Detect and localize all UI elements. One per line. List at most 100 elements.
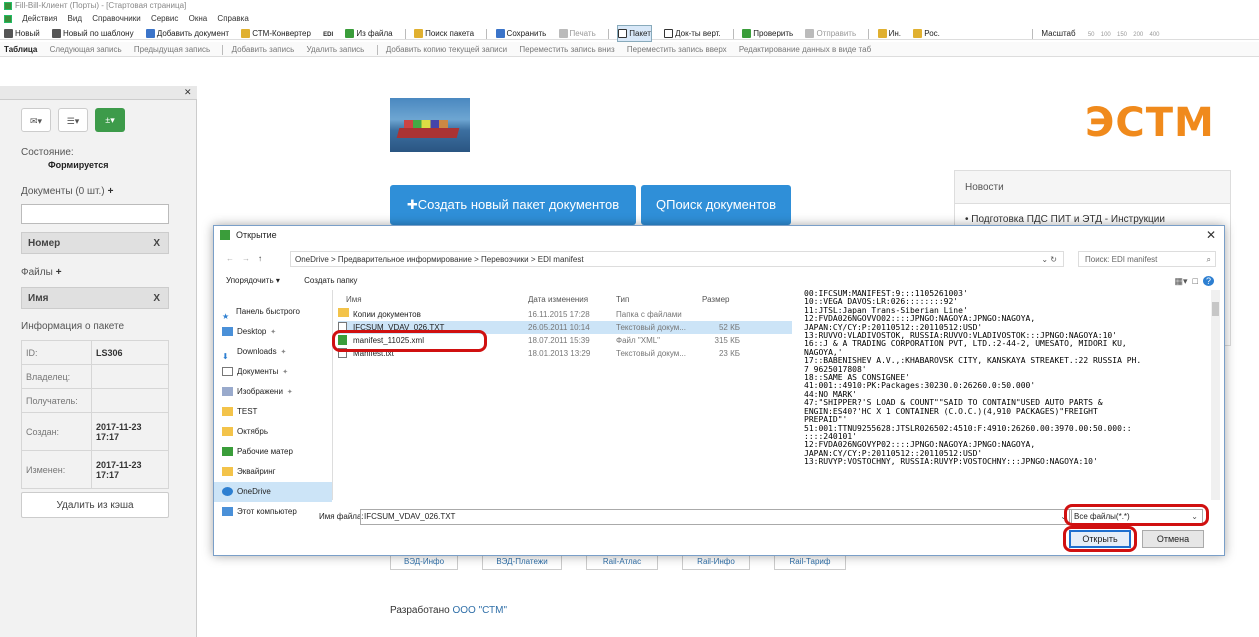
name-column-remove[interactable]: X: [153, 288, 160, 310]
preview-scrollbar[interactable]: [1211, 290, 1220, 500]
sort-menu-button[interactable]: ±▾: [95, 108, 125, 132]
zoom-400[interactable]: 400: [1150, 28, 1160, 43]
prev-record-button[interactable]: Предыдущая запись: [134, 42, 210, 57]
news-title: Новости: [955, 171, 1230, 204]
help-icon[interactable]: ?: [1202, 276, 1214, 286]
add-document-icon[interactable]: +: [108, 186, 120, 198]
up-icon[interactable]: ↑: [258, 254, 262, 263]
close-icon[interactable]: ✕: [184, 87, 192, 98]
zoom-150[interactable]: 150: [1117, 28, 1127, 43]
table-toolbar: Таблица Следующая запись Предыдущая запи…: [0, 42, 1259, 57]
copy-record-button[interactable]: Добавить копию текущей записи: [386, 42, 507, 57]
add-file-icon[interactable]: +: [56, 267, 68, 279]
back-icon[interactable]: ←: [226, 254, 234, 263]
zoom-100[interactable]: 100: [1101, 28, 1111, 43]
col-name[interactable]: Имя: [346, 292, 362, 308]
nav-acquiring[interactable]: Эквайринг: [214, 462, 332, 482]
documents-filter-input[interactable]: [21, 204, 169, 224]
search-package-button[interactable]: Поиск пакета: [414, 26, 474, 41]
from-file-button[interactable]: Из файла: [345, 26, 393, 41]
search-documents-button[interactable]: QПоиск документов: [641, 185, 791, 225]
nav-horizontal-scrollbar[interactable]: [214, 494, 336, 502]
clear-cache-button[interactable]: Удалить из кэша: [21, 492, 169, 518]
path-bar[interactable]: OneDrive > Предварительное информировани…: [290, 251, 1064, 267]
nav-label: Изображени: [237, 387, 283, 396]
menu-view[interactable]: Вид: [68, 14, 82, 23]
menu-help[interactable]: Справка: [217, 14, 248, 23]
toolbar-divider: [376, 44, 378, 55]
menu-references[interactable]: Справочники: [92, 14, 140, 23]
add-record-button[interactable]: Добавить запись: [232, 42, 295, 57]
view-menu-icon[interactable]: ▦▾: [1174, 276, 1187, 286]
filename-label: Имя файла:: [319, 512, 364, 521]
col-type[interactable]: Тип: [616, 292, 629, 308]
new-folder-button[interactable]: Создать папку: [304, 276, 357, 285]
check-button[interactable]: Проверить: [742, 26, 793, 41]
send-button[interactable]: Отправить: [805, 26, 856, 41]
folder-icon: [222, 427, 233, 437]
files-label-text: Файлы: [21, 267, 53, 278]
dialog-title-text: Открытие: [236, 230, 277, 240]
create-package-button[interactable]: ✚Создать новый пакет документов: [390, 185, 636, 225]
number-column-remove[interactable]: X: [153, 233, 160, 255]
list-menu-button[interactable]: ☰▾: [58, 108, 88, 132]
new-button[interactable]: Новый: [4, 26, 40, 41]
col-date[interactable]: Дата изменения: [528, 292, 588, 308]
zoom-label: Масштаб: [1041, 29, 1076, 38]
foreign-button[interactable]: Ин.: [877, 26, 901, 41]
file-type: Папка с файлами: [616, 310, 682, 319]
print-button[interactable]: Печать: [558, 26, 596, 41]
nav-test[interactable]: TEST: [214, 402, 332, 422]
col-size[interactable]: Размер: [702, 292, 730, 308]
move-up-button[interactable]: Переместить запись вверх: [627, 42, 727, 57]
address-row: ← → ↑ OneDrive > Предварительное информиро…: [226, 251, 1216, 267]
zoom-50[interactable]: 50: [1088, 28, 1095, 43]
menu-actions[interactable]: Действия: [22, 14, 57, 23]
search-input[interactable]: Поиск: EDI manifest ⌕: [1078, 251, 1216, 267]
menu-service[interactable]: Сервис: [151, 14, 178, 23]
package-button[interactable]: Пакет: [617, 25, 652, 42]
number-column-header[interactable]: Номер X: [21, 232, 169, 254]
refresh-icon[interactable]: ⌄ ↻: [1041, 252, 1057, 268]
file-row[interactable]: Копии документов 16.11.2015 17:28 Папка с …: [338, 308, 792, 321]
nav-downloads[interactable]: ⬇ Downloads ✦: [214, 342, 332, 362]
nav-desktop[interactable]: Desktop ✦: [214, 322, 332, 342]
file-type: Текстовый докум...: [616, 349, 686, 358]
zoom-200[interactable]: 200: [1133, 28, 1143, 43]
save-button[interactable]: Сохранить: [495, 26, 546, 41]
pane-divider[interactable]: [332, 290, 333, 500]
docs-vertical-button[interactable]: Док-ты верт.: [664, 26, 721, 41]
dialog-close-icon[interactable]: ✕: [1206, 228, 1216, 242]
menu-windows[interactable]: Окна: [189, 14, 208, 23]
add-document-button[interactable]: Добавить документ: [145, 26, 229, 41]
edi-button[interactable]: EDI: [323, 26, 333, 43]
move-down-button[interactable]: Переместить запись вниз: [519, 42, 614, 57]
nav-work-materials[interactable]: Рабочие матер: [214, 442, 332, 462]
delete-record-button[interactable]: Удалить запись: [306, 42, 364, 57]
new-from-template-button[interactable]: Новый по шаблону: [51, 26, 134, 41]
pin-icon: ✦: [284, 389, 293, 396]
table-edit-button[interactable]: Редактирование данных в виде таб: [739, 42, 871, 57]
company-link[interactable]: ООО "СТМ": [452, 605, 507, 616]
nav-october[interactable]: Октябрь: [214, 422, 332, 442]
russian-button[interactable]: Рос.: [913, 26, 940, 41]
ship-image: [390, 98, 470, 152]
preview-pane-icon[interactable]: □: [1193, 276, 1198, 286]
table-menu[interactable]: Таблица: [4, 42, 37, 57]
converter-button[interactable]: СТМ-Конвертер: [241, 26, 311, 41]
nav-label: Downloads: [237, 347, 277, 356]
nav-quick-access[interactable]: ★ Панель быстрого: [214, 302, 332, 322]
nav-documents[interactable]: Документы ✦: [214, 362, 332, 382]
organize-button[interactable]: Упорядочить ▾: [226, 276, 280, 285]
news-item[interactable]: • Подготовка ПДС ПИТ и ЭТД - Инструкции: [955, 204, 1230, 225]
app-menu-icon[interactable]: [4, 14, 12, 23]
next-record-button[interactable]: Следующая запись: [50, 42, 122, 57]
cancel-button[interactable]: Отмена: [1142, 530, 1204, 548]
filename-input[interactable]: IFCSUM_VDAV_026.TXT ⌄: [360, 509, 1072, 525]
preview-scroll-thumb[interactable]: [1212, 302, 1219, 316]
nav-pictures[interactable]: Изображени ✦: [214, 382, 332, 402]
forward-icon[interactable]: →: [242, 254, 250, 263]
open-file-dialog: Открытие ✕ ← → ↑ OneDrive > Предварительно…: [213, 225, 1225, 556]
mail-menu-button[interactable]: ✉▾: [21, 108, 51, 132]
name-column-header[interactable]: Имя X: [21, 287, 169, 309]
